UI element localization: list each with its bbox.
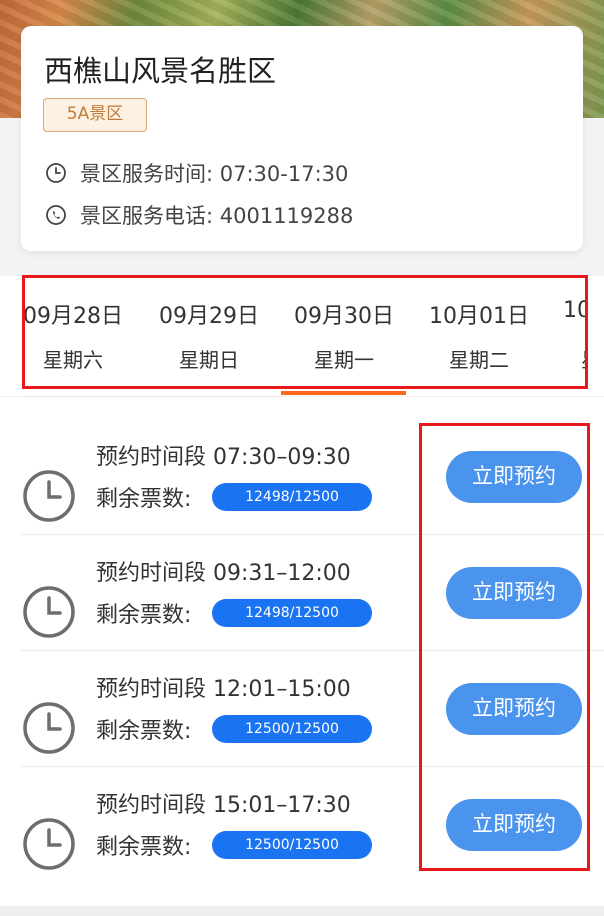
phone-icon [44, 203, 68, 227]
date-tab[interactable]: 10 星 [547, 278, 585, 386]
active-date-indicator [281, 391, 406, 395]
date-tab-date: 10 [563, 298, 585, 323]
date-tab-weekday: 星期二 [449, 348, 509, 372]
remaining-count-badge: 12500/12500 [212, 715, 372, 743]
remaining-count-badge: 12498/12500 [212, 483, 372, 511]
clock-icon [23, 702, 75, 754]
date-tab-date: 09月28日 [23, 304, 123, 329]
date-tab-active[interactable]: 09月30日 星期一 [279, 278, 409, 386]
date-tab[interactable]: 09月29日 星期日 [144, 278, 274, 386]
date-selector-highlight: 09月28日 星期六 09月29日 星期日 09月30日 星期一 10月01日 … [22, 275, 588, 389]
date-tab-weekday: 星期一 [314, 348, 374, 372]
clock-icon [23, 586, 75, 638]
remaining-count-badge: 12500/12500 [212, 831, 372, 859]
clock-icon [23, 470, 75, 522]
date-tab-weekday: 星期六 [43, 348, 103, 372]
remaining-label: 剩余票数: [96, 487, 192, 512]
slot-time-label: 预约时间段 07:30–09:30 [96, 445, 351, 470]
bottom-spacer [0, 906, 604, 916]
clock-icon [44, 161, 68, 185]
book-buttons-highlight [419, 423, 590, 871]
date-tab-date: 10月01日 [429, 304, 529, 329]
slot-time-label: 预约时间段 09:31–12:00 [96, 561, 351, 586]
date-tab-weekday: 星期日 [179, 348, 239, 372]
date-tab-date: 09月29日 [159, 304, 259, 329]
remaining-count-badge: 12498/12500 [212, 599, 372, 627]
date-tab[interactable]: 09月28日 星期六 [23, 278, 138, 386]
service-hours-row: 景区服务时间: 07:30-17:30 [44, 158, 348, 188]
service-phone-row[interactable]: 景区服务电话: 4001119288 [44, 200, 353, 230]
remaining-label: 剩余票数: [96, 835, 192, 860]
scenic-title: 西樵山风景名胜区 [44, 54, 277, 88]
remaining-label: 剩余票数: [96, 719, 192, 744]
clock-icon [23, 818, 75, 870]
scenic-info-card: 西樵山风景名胜区 5A景区 景区服务时间: 07:30-17:30 景区服务电话… [21, 26, 583, 251]
date-tab[interactable]: 10月01日 星期二 [414, 278, 544, 386]
service-hours-text: 景区服务时间: 07:30-17:30 [80, 162, 349, 186]
slot-time-label: 预约时间段 15:01–17:30 [96, 793, 351, 818]
remaining-label: 剩余票数: [96, 603, 192, 628]
date-tab-weekday: 星 [581, 344, 585, 373]
level-badge: 5A景区 [43, 98, 147, 132]
slot-time-label: 预约时间段 12:01–15:00 [96, 677, 351, 702]
date-tab-date: 09月30日 [294, 304, 394, 329]
service-phone-text: 景区服务电话: 4001119288 [80, 204, 354, 228]
